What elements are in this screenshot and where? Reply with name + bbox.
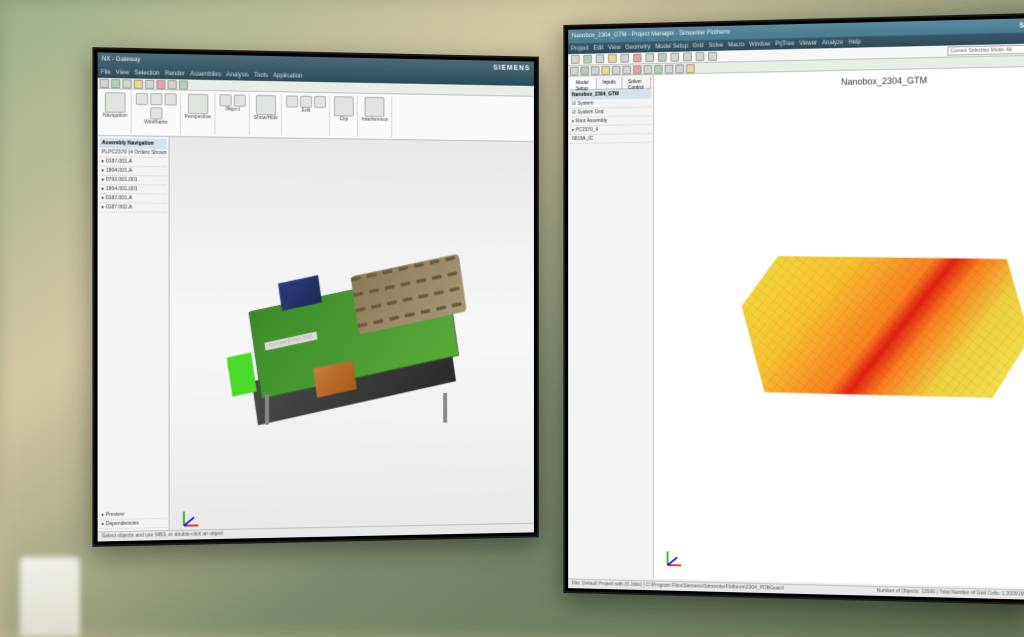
toolbar-icon[interactable] bbox=[644, 65, 653, 74]
siemens-brand: SIEMENS bbox=[493, 64, 530, 72]
menu-render[interactable]: Render bbox=[165, 70, 185, 76]
toolbar-icon[interactable] bbox=[622, 65, 631, 74]
menu-view[interactable]: View bbox=[608, 45, 620, 51]
menu-view[interactable]: View bbox=[116, 70, 129, 76]
menu-analysis[interactable]: Analysis bbox=[226, 72, 249, 78]
flotherm-title: Nanobox_2304_GTM - Project Manager - Sim… bbox=[572, 30, 730, 40]
ribbon-button[interactable] bbox=[334, 96, 354, 116]
ribbon-button[interactable] bbox=[286, 95, 298, 107]
toolbar-icon[interactable] bbox=[156, 79, 165, 88]
monitor-left: NX - Gateway SIEMENS File View Selection… bbox=[92, 47, 538, 547]
toolbar-icon[interactable] bbox=[596, 54, 605, 63]
toolbar-icon[interactable] bbox=[134, 79, 143, 88]
menu-edit[interactable]: Edit bbox=[593, 45, 603, 51]
cad-model-label: CompactFlash 1GB bbox=[264, 332, 317, 351]
menu-selection[interactable]: Selection bbox=[134, 70, 159, 77]
nx-title: NX - Gateway bbox=[102, 56, 141, 63]
assembly-item[interactable]: ▸ 0187.001.A bbox=[100, 194, 167, 204]
menu-tools[interactable]: Tools bbox=[254, 72, 268, 78]
tree-item[interactable]: 0818A_IC bbox=[570, 134, 651, 144]
siemens-brand: SIEMENS bbox=[1019, 21, 1024, 29]
toolbar-icon[interactable] bbox=[601, 65, 610, 74]
toolbar-icon[interactable] bbox=[683, 52, 692, 61]
toolbar-icon[interactable] bbox=[612, 65, 621, 74]
viewport-title: Nanobox_2304_GTM bbox=[654, 71, 1024, 90]
menu-grid[interactable]: Grid bbox=[693, 43, 704, 49]
nx-viewport[interactable]: CompactFlash 1GB bbox=[170, 137, 534, 540]
toolbar-icon[interactable] bbox=[620, 54, 629, 63]
ribbon-button[interactable] bbox=[219, 94, 231, 106]
toolbar-icon[interactable] bbox=[100, 78, 109, 87]
toolbar-icon[interactable] bbox=[571, 55, 580, 64]
ribbon-button[interactable] bbox=[365, 97, 385, 117]
toolbar-icon[interactable] bbox=[583, 55, 592, 64]
ribbon-button[interactable] bbox=[135, 93, 147, 105]
ribbon-button[interactable] bbox=[150, 107, 162, 119]
menu-application[interactable]: Application bbox=[273, 73, 302, 80]
flotherm-project-tree: Model Setup Inputs Solver Control Nanobo… bbox=[568, 75, 654, 579]
nx-ribbon: Navigation Wireframe Perspective Object … bbox=[98, 89, 534, 142]
toolbar-icon[interactable] bbox=[696, 52, 705, 61]
menu-file[interactable]: File bbox=[101, 69, 111, 75]
toolbar-icon[interactable] bbox=[686, 64, 695, 73]
monitor-right: Nanobox_2304_GTM - Project Manager - Sim… bbox=[563, 11, 1024, 608]
toolbar-icon[interactable] bbox=[580, 66, 589, 75]
toolbar-icon[interactable] bbox=[708, 52, 717, 61]
nx-assembly-navigator: Assembly Navigation PLPC2370 (4 Orders S… bbox=[98, 136, 170, 542]
cad-model[interactable]: CompactFlash 1GB bbox=[225, 239, 482, 421]
menu-help[interactable]: Help bbox=[848, 39, 860, 45]
toolbar-icon[interactable] bbox=[570, 66, 579, 75]
toolbar-icon[interactable] bbox=[145, 79, 154, 88]
toolbar-icon[interactable] bbox=[179, 80, 188, 89]
toolbar-icon[interactable] bbox=[665, 64, 674, 73]
toolbar-icon[interactable] bbox=[122, 79, 131, 88]
menu-window[interactable]: Window bbox=[749, 41, 770, 47]
toolbar-icon[interactable] bbox=[591, 66, 600, 75]
menu-prjtree[interactable]: PrjTree bbox=[775, 41, 794, 47]
menu-viewer[interactable]: Viewer bbox=[799, 40, 817, 46]
toolbar-icon[interactable] bbox=[633, 53, 642, 62]
tab-solver-control[interactable]: Solver Control bbox=[622, 77, 651, 88]
selection-mode-dropdown[interactable]: Current Selection Mode: All bbox=[947, 44, 1024, 56]
toolbar-icon[interactable] bbox=[675, 64, 684, 73]
thermal-model[interactable] bbox=[726, 190, 1024, 455]
toolbar-icon[interactable] bbox=[633, 65, 642, 74]
toolbar-icon[interactable] bbox=[168, 80, 177, 89]
ribbon-button[interactable] bbox=[314, 96, 326, 108]
menu-macro[interactable]: Macro bbox=[728, 42, 744, 48]
toolbar-icon[interactable] bbox=[608, 54, 617, 63]
toolbar-icon[interactable] bbox=[654, 64, 663, 73]
view-triad[interactable] bbox=[180, 505, 204, 530]
ribbon-button[interactable] bbox=[164, 93, 176, 105]
menu-solve[interactable]: Solve bbox=[709, 42, 724, 48]
toolbar-icon[interactable] bbox=[645, 53, 654, 62]
ribbon-button[interactable] bbox=[256, 95, 276, 115]
menu-modelsetup[interactable]: Model Setup bbox=[655, 43, 688, 50]
ribbon-button[interactable] bbox=[233, 94, 245, 106]
toolbar-icon[interactable] bbox=[670, 53, 679, 62]
flotherm-viewport[interactable]: Nanobox_2304_GTM Temperature (°C) 80 75 … bbox=[654, 65, 1024, 590]
menu-assemblies[interactable]: Assemblies bbox=[190, 71, 221, 78]
menu-analyze[interactable]: Analyze bbox=[822, 39, 843, 45]
menu-geometry[interactable]: Geometry bbox=[625, 44, 650, 50]
ribbon-button[interactable] bbox=[188, 94, 208, 115]
ribbon-button[interactable] bbox=[150, 93, 162, 105]
ribbon-button[interactable] bbox=[300, 96, 312, 108]
toolbar-icon[interactable] bbox=[658, 53, 667, 62]
tab-inputs[interactable]: Inputs bbox=[597, 77, 622, 88]
ribbon-button[interactable] bbox=[105, 92, 126, 113]
assembly-item[interactable]: ▸ 0187.002.A bbox=[100, 203, 167, 213]
toolbar-icon[interactable] bbox=[111, 79, 120, 88]
tab-model-setup[interactable]: Model Setup bbox=[570, 78, 597, 89]
view-triad[interactable] bbox=[664, 545, 687, 569]
menu-project[interactable]: Project bbox=[571, 45, 589, 51]
